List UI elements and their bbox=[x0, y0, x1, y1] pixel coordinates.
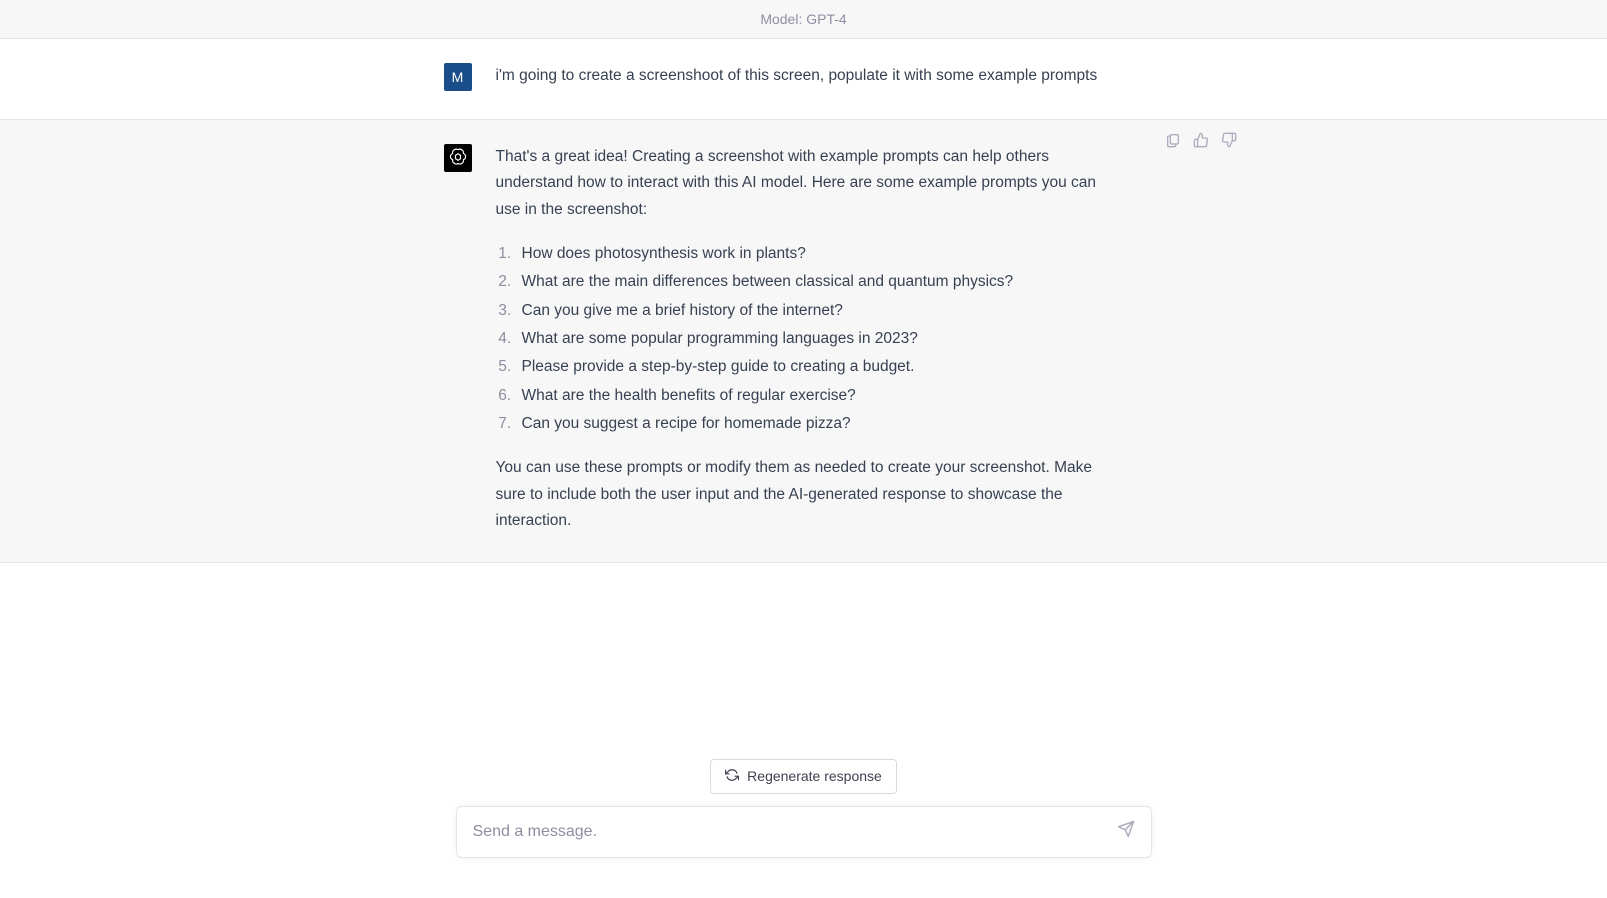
list-item: Please provide a step-by-step guide to c… bbox=[516, 354, 1124, 380]
input-wrap bbox=[456, 806, 1152, 858]
list-item: What are the main differences between cl… bbox=[516, 269, 1124, 295]
user-message-row: M i'm going to create a screenshoot of t… bbox=[0, 39, 1607, 120]
send-icon bbox=[1117, 820, 1135, 843]
feedback-actions bbox=[1163, 130, 1239, 150]
thumbs-up-icon[interactable] bbox=[1191, 130, 1211, 150]
refresh-icon bbox=[725, 768, 739, 785]
message-input[interactable] bbox=[456, 806, 1152, 858]
composer-area: Regenerate response bbox=[0, 739, 1607, 898]
conversation-scroll[interactable]: M i'm going to create a screenshoot of t… bbox=[0, 39, 1607, 739]
model-label: Model: GPT-4 bbox=[760, 11, 846, 27]
list-item: How does photosynthesis work in plants? bbox=[516, 241, 1124, 267]
thumbs-down-icon[interactable] bbox=[1219, 130, 1239, 150]
assistant-message-row: That's a great idea! Creating a screensh… bbox=[0, 120, 1607, 563]
user-message-body: i'm going to create a screenshoot of thi… bbox=[496, 63, 1164, 91]
model-header: Model: GPT-4 bbox=[0, 0, 1607, 39]
assistant-message-body: That's a great idea! Creating a screensh… bbox=[496, 144, 1164, 534]
copy-icon[interactable] bbox=[1163, 130, 1183, 150]
list-item: Can you suggest a recipe for homemade pi… bbox=[516, 411, 1124, 437]
assistant-avatar bbox=[444, 144, 472, 172]
user-message-text: i'm going to create a screenshoot of thi… bbox=[496, 63, 1124, 89]
list-item: Can you give me a brief history of the i… bbox=[516, 298, 1124, 324]
user-avatar-letter: M bbox=[452, 69, 464, 85]
regenerate-button[interactable]: Regenerate response bbox=[710, 759, 897, 794]
regenerate-label: Regenerate response bbox=[747, 768, 882, 784]
assistant-intro: That's a great idea! Creating a screensh… bbox=[496, 144, 1124, 223]
openai-logo-icon bbox=[448, 147, 468, 170]
user-avatar: M bbox=[444, 63, 472, 91]
send-button[interactable] bbox=[1112, 818, 1140, 846]
list-item: What are the health benefits of regular … bbox=[516, 383, 1124, 409]
assistant-prompt-list: How does photosynthesis work in plants? … bbox=[496, 241, 1124, 437]
list-item: What are some popular programming langua… bbox=[516, 326, 1124, 352]
assistant-outro: You can use these prompts or modify them… bbox=[496, 455, 1124, 534]
